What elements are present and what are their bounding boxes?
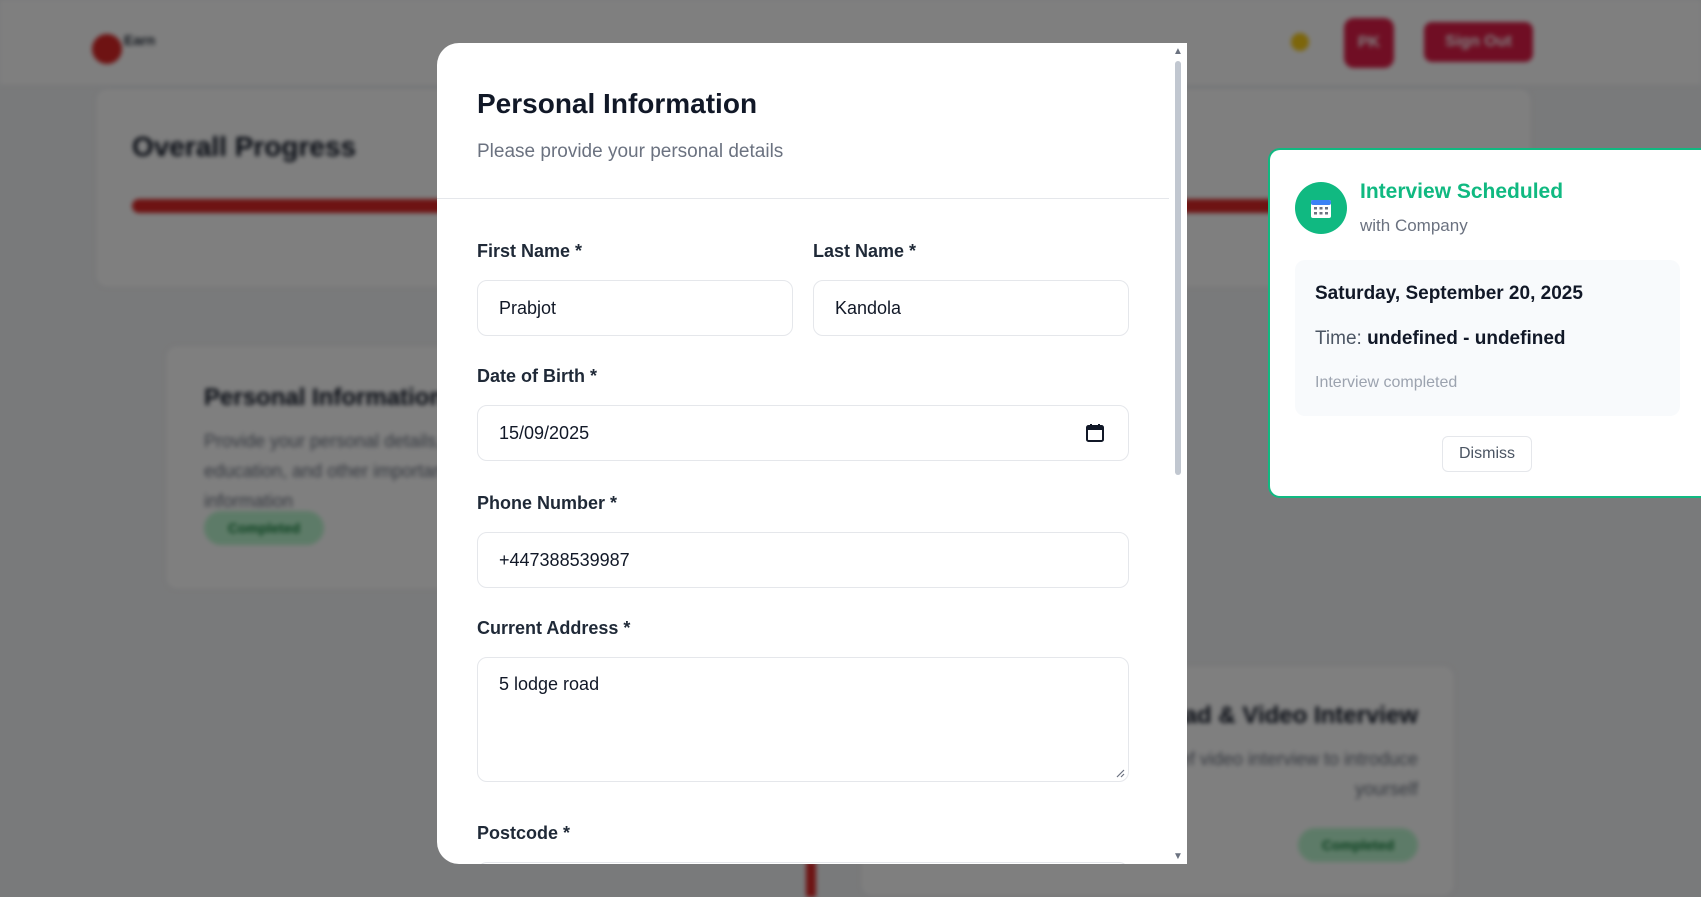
last-name-input[interactable] bbox=[813, 280, 1129, 336]
calendar-icon bbox=[1295, 182, 1347, 234]
interview-date: Saturday, September 20, 2025 bbox=[1315, 283, 1583, 304]
phone-number-input[interactable] bbox=[477, 532, 1129, 588]
interview-details-box: Saturday, September 20, 2025 Time: undef… bbox=[1295, 260, 1680, 416]
scroll-up-arrow-icon[interactable]: ▲ bbox=[1169, 43, 1187, 59]
dismiss-button[interactable]: Dismiss bbox=[1442, 436, 1532, 472]
postcode-input[interactable] bbox=[477, 862, 1129, 864]
modal-scrollbar[interactable]: ▲ ▼ bbox=[1169, 43, 1187, 864]
interview-time: Time: undefined - undefined bbox=[1315, 328, 1566, 350]
calendar-picker-icon[interactable] bbox=[1084, 422, 1106, 444]
notification-title: Interview Scheduled bbox=[1360, 180, 1564, 203]
interview-notification: Interview Scheduled with Company Saturda… bbox=[1268, 148, 1701, 498]
modal-title: Personal Information bbox=[477, 88, 758, 119]
interview-status: Interview completed bbox=[1315, 374, 1458, 391]
scrollbar-thumb[interactable] bbox=[1175, 61, 1181, 475]
modal-header: Personal Information Please provide your… bbox=[437, 43, 1169, 199]
last-name-label: Last Name * bbox=[813, 241, 917, 261]
scroll-down-arrow-icon[interactable]: ▼ bbox=[1169, 848, 1187, 864]
postcode-label: Postcode * bbox=[477, 823, 571, 843]
modal-subtitle: Please provide your personal details bbox=[477, 141, 784, 162]
first-name-label: First Name * bbox=[477, 241, 583, 261]
first-name-input[interactable] bbox=[477, 280, 793, 336]
resize-handle-icon[interactable] bbox=[1115, 768, 1125, 778]
notification-company: with Company bbox=[1360, 216, 1468, 235]
phone-number-label: Phone Number * bbox=[477, 493, 618, 513]
personal-information-modal: Personal Information Please provide your… bbox=[437, 43, 1187, 864]
current-address-textarea[interactable]: 5 lodge road bbox=[477, 657, 1129, 782]
time-label: Time: bbox=[1315, 328, 1362, 349]
date-of-birth-input[interactable] bbox=[477, 405, 1129, 461]
date-of-birth-label: Date of Birth * bbox=[477, 366, 598, 386]
time-value: undefined - undefined bbox=[1367, 328, 1566, 349]
current-address-label: Current Address * bbox=[477, 618, 631, 638]
